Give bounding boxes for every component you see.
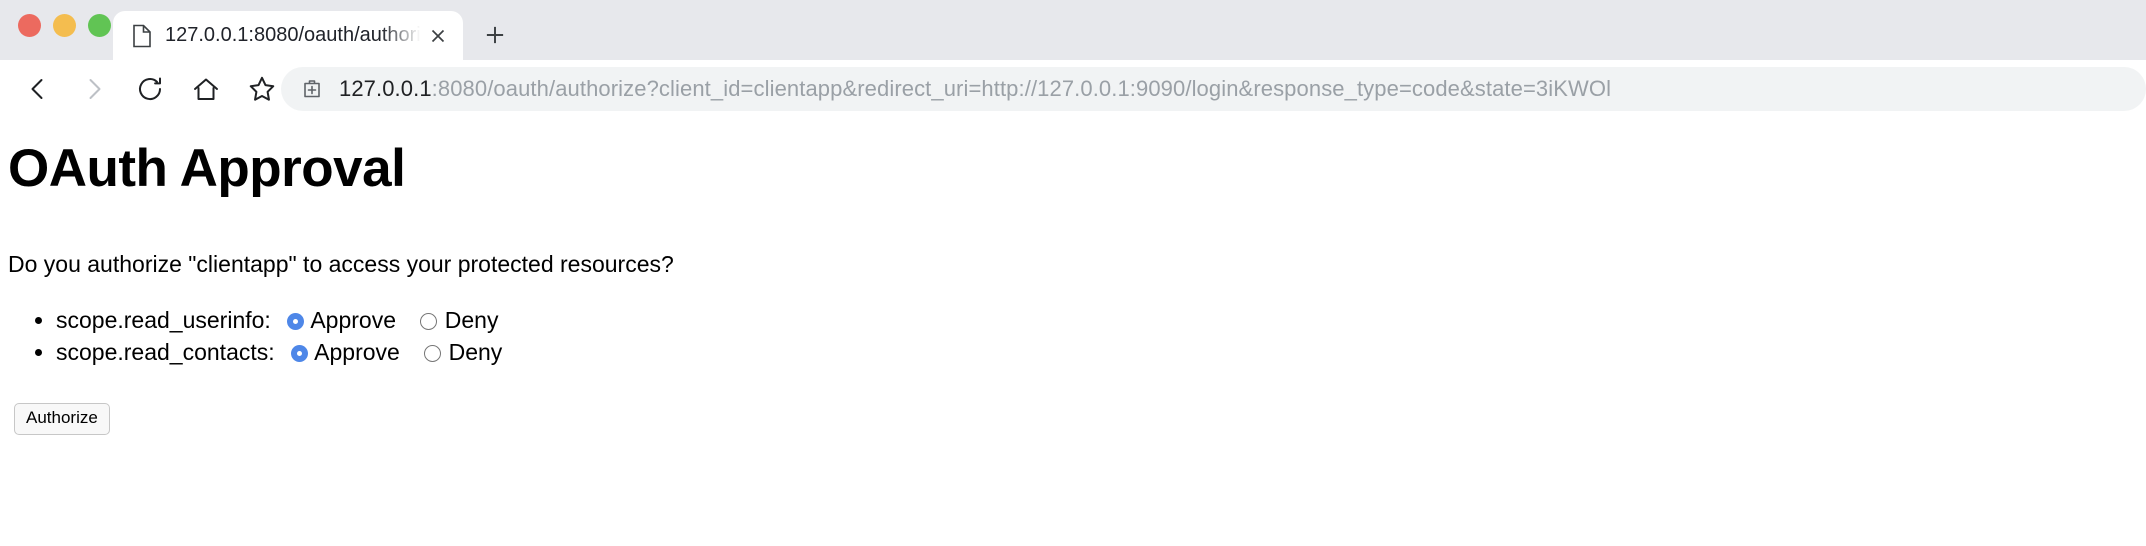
- browser-window: 127.0.0.1:8080/oauth/authorize 127.0.0.1…: [0, 0, 2146, 546]
- close-tab-icon[interactable]: [423, 21, 453, 51]
- authorize-button[interactable]: Authorize: [14, 402, 110, 435]
- list-item: scope.read_userinfo: Approve Deny: [56, 304, 2138, 337]
- page-title: OAuth Approval: [8, 139, 406, 198]
- home-button[interactable]: [178, 66, 234, 112]
- tab-title: 127.0.0.1:8080/oauth/authorize: [165, 24, 423, 46]
- browser-tab[interactable]: 127.0.0.1:8080/oauth/authorize: [113, 11, 463, 60]
- list-item: scope.read_contacts: Approve Deny: [56, 336, 2138, 369]
- site-info-icon[interactable]: [299, 76, 325, 102]
- window-traffic-lights: [18, 14, 111, 37]
- authorization-question: Do you authorize "clientapp" to access y…: [8, 250, 674, 277]
- oauth-approval-page: OAuth Approval Do you authorize "clienta…: [0, 141, 2146, 435]
- tab-strip: 127.0.0.1:8080/oauth/authorize: [0, 0, 2146, 60]
- reload-button[interactable]: [122, 66, 178, 112]
- scope-1-deny-label[interactable]: Deny: [449, 339, 503, 365]
- address-bar[interactable]: 127.0.0.1:8080/oauth/authorize?client_id…: [281, 67, 2146, 111]
- url-host: 127.0.0.1: [339, 76, 432, 101]
- new-tab-button[interactable]: [478, 18, 512, 52]
- page-document-icon: [131, 24, 153, 48]
- zoom-window-button[interactable]: [88, 14, 111, 37]
- page-viewport: OAuth Approval Do you authorize "clienta…: [0, 117, 2146, 546]
- url-path: :8080/oauth/authorize?client_id=clientap…: [431, 76, 1612, 101]
- scope-0-approve-label[interactable]: Approve: [310, 307, 396, 333]
- scope-label: scope.read_userinfo:: [56, 306, 271, 333]
- scope-list: scope.read_userinfo: Approve Deny scope.…: [8, 304, 2138, 369]
- close-window-button[interactable]: [18, 14, 41, 37]
- scope-0-deny-radio[interactable]: [420, 312, 438, 330]
- minimize-window-button[interactable]: [53, 14, 76, 37]
- back-button[interactable]: [10, 66, 66, 112]
- forward-button[interactable]: [66, 66, 122, 112]
- browser-toolbar: 127.0.0.1:8080/oauth/authorize?client_id…: [0, 60, 2146, 117]
- scope-1-deny-radio[interactable]: [424, 345, 442, 363]
- scope-label: scope.read_contacts:: [56, 339, 275, 366]
- scope-0-approve-radio[interactable]: [287, 312, 305, 330]
- address-bar-url: 127.0.0.1:8080/oauth/authorize?client_id…: [339, 76, 1611, 102]
- scope-1-approve-label[interactable]: Approve: [314, 339, 400, 365]
- scope-1-approve-radio[interactable]: [291, 345, 309, 363]
- scope-0-deny-label[interactable]: Deny: [445, 307, 499, 333]
